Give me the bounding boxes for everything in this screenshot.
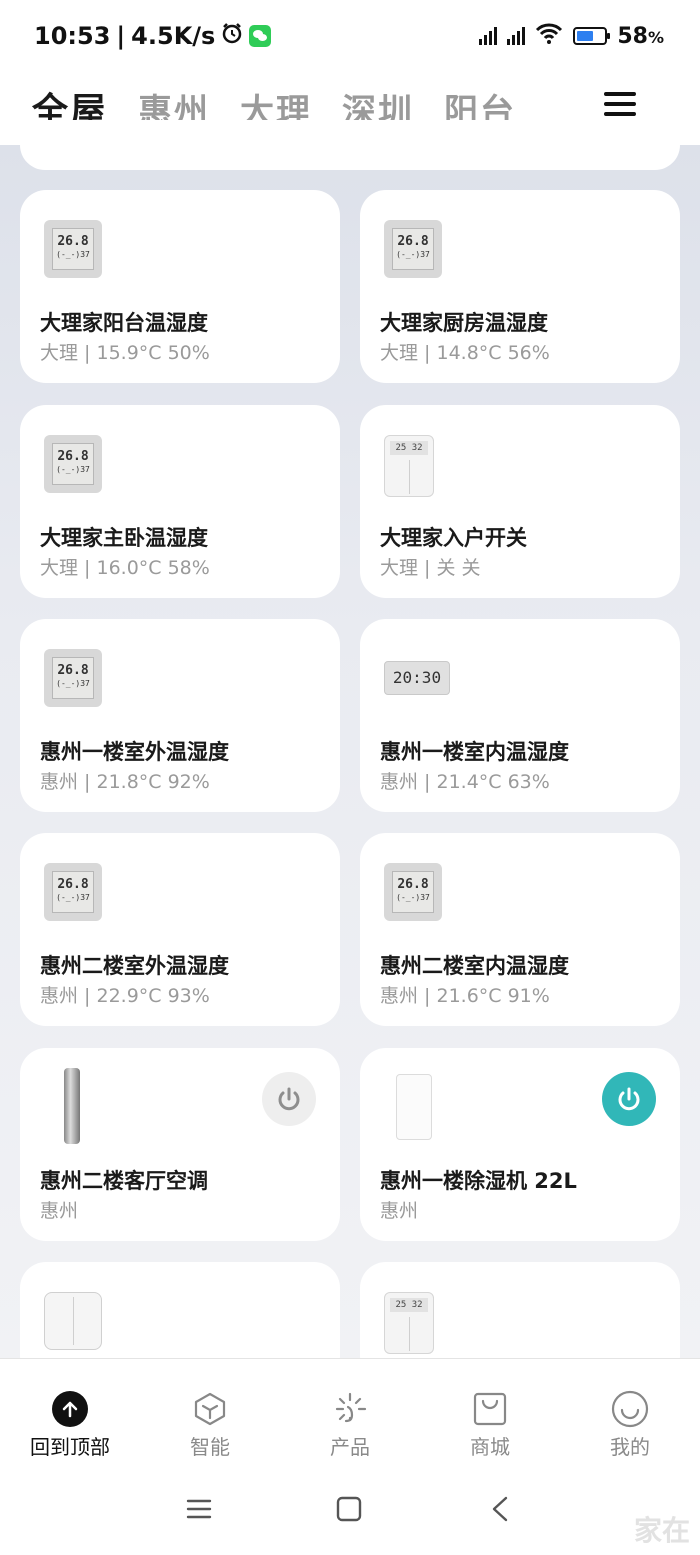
device-status: 惠州 [40, 1200, 79, 1222]
device-card[interactable]: 26.8 (-_-)37 惠州二楼室内温湿度 惠州 | 21.6°C 91% [360, 833, 680, 1026]
device-name: 惠州二楼客厅空调 [40, 1169, 208, 1193]
nav-products[interactable]: 产品 [280, 1389, 420, 1460]
device-name: 大理家主卧温湿度 [40, 526, 208, 550]
device-name: 惠州一楼室内温湿度 [380, 740, 569, 764]
device-card[interactable]: 26.8 (-_-)37 惠州一楼室外温湿度 惠州 | 21.8°C 92% [20, 619, 340, 812]
thermometer-hygrometer-icon: 26.8 (-_-)37 [44, 435, 102, 493]
device-status: 大理 | 15.9°C 50% [40, 342, 210, 364]
power-button[interactable] [602, 1072, 656, 1126]
device-card-partial[interactable] [20, 120, 680, 170]
wifi-icon [535, 22, 563, 50]
device-name: 大理家入户开关 [380, 526, 527, 550]
dehumidifier-icon [384, 1074, 432, 1140]
signal-icon-2 [507, 27, 526, 45]
nav-profile[interactable]: 我的 [560, 1389, 700, 1460]
device-name: 大理家厨房温湿度 [380, 311, 548, 335]
network-speed: 4.5K/s [131, 22, 216, 50]
power-button[interactable] [262, 1072, 316, 1126]
signal-icon-1 [479, 27, 498, 45]
recent-apps-icon[interactable] [186, 1496, 212, 1526]
device-card[interactable]: 26.8 (-_-)37 惠州二楼室外温湿度 惠州 | 22.9°C 93% [20, 833, 340, 1026]
thermometer-hygrometer-icon: 26.8 (-_-)37 [44, 649, 102, 707]
device-name: 惠州一楼除湿机 22L [380, 1169, 577, 1193]
arrow-up-icon [52, 1391, 88, 1427]
nav-label: 智能 [190, 1435, 230, 1459]
device-status: 惠州 | 21.6°C 91% [380, 985, 550, 1007]
home-icon[interactable] [336, 1496, 362, 1526]
cube-icon [190, 1389, 230, 1429]
nav-smart[interactable]: 智能 [140, 1389, 280, 1460]
device-status: 惠州 | 21.4°C 63% [380, 771, 550, 793]
device-card[interactable]: 25 32 大理家入户开关 大理 | 关 关 [360, 405, 680, 598]
device-status: 惠州 | 22.9°C 93% [40, 985, 210, 1007]
clock-display-icon: 20:30 [384, 649, 450, 695]
nav-label: 回到顶部 [30, 1435, 110, 1459]
nav-label: 商城 [470, 1435, 510, 1459]
air-conditioner-icon [44, 1068, 80, 1144]
smile-icon [610, 1389, 650, 1429]
battery-icon [573, 27, 611, 45]
device-name: 大理家阳台温湿度 [40, 311, 208, 335]
nav-label: 我的 [610, 1435, 650, 1459]
device-status: 大理 | 14.8°C 56% [380, 342, 550, 364]
thermometer-hygrometer-icon: 26.8 (-_-)37 [384, 863, 442, 921]
thermometer-hygrometer-icon: 26.8 (-_-)37 [384, 220, 442, 278]
device-card[interactable]: 26.8 (-_-)37 大理家厨房温湿度 大理 | 14.8°C 56% [360, 190, 680, 383]
clock-time: 10:53 [34, 22, 111, 50]
thermometer-hygrometer-icon: 26.8 (-_-)37 [44, 220, 102, 278]
nav-back-to-top[interactable]: 回到顶部 [0, 1389, 140, 1460]
menu-icon[interactable] [604, 92, 636, 116]
nav-mall[interactable]: 商城 [420, 1389, 560, 1460]
status-bar: 10:53 | 4.5K/s 58% [0, 0, 700, 70]
nav-label: 产品 [330, 1435, 370, 1459]
device-name: 惠州一楼室外温湿度 [40, 740, 229, 764]
device-status: 大理 | 16.0°C 58% [40, 557, 210, 579]
wall-switch-icon [44, 1292, 102, 1350]
back-icon[interactable] [488, 1496, 514, 1526]
sparkle-icon [330, 1389, 370, 1429]
device-status: 大理 | 关 关 [380, 557, 481, 579]
device-name: 惠州二楼室内温湿度 [380, 954, 569, 978]
device-card[interactable]: 惠州二楼客厅空调 惠州 [20, 1048, 340, 1241]
wechat-icon [249, 25, 272, 47]
battery-level: 58 [617, 23, 648, 49]
device-card[interactable]: 惠州一楼除湿机 22L 惠州 [360, 1048, 680, 1241]
alarm-icon [221, 22, 243, 50]
battery-unit: % [647, 27, 664, 47]
device-status: 惠州 | 21.8°C 92% [40, 771, 210, 793]
power-icon [618, 1087, 640, 1111]
system-navigation-bar: 家在 [0, 1468, 700, 1555]
power-icon [278, 1087, 300, 1111]
thermometer-hygrometer-icon: 26.8 (-_-)37 [44, 863, 102, 921]
device-card[interactable]: 26.8 (-_-)37 大理家阳台温湿度 大理 | 15.9°C 50% [20, 190, 340, 383]
watermark: 家在 [633, 1514, 690, 1547]
wall-switch-display-icon: 25 32 [384, 1292, 434, 1354]
device-card[interactable]: 26.8 (-_-)37 大理家主卧温湿度 大理 | 16.0°C 58% [20, 405, 340, 598]
bottom-navigation: 回到顶部 智能 产品 商城 我的 [0, 1358, 700, 1468]
shopping-bag-icon [470, 1389, 510, 1429]
wall-switch-display-icon: 25 32 [384, 435, 434, 497]
device-status: 惠州 [380, 1200, 419, 1222]
device-name: 惠州二楼室外温湿度 [40, 954, 229, 978]
device-card[interactable]: 20:30 惠州一楼室内温湿度 惠州 | 21.4°C 63% [360, 619, 680, 812]
